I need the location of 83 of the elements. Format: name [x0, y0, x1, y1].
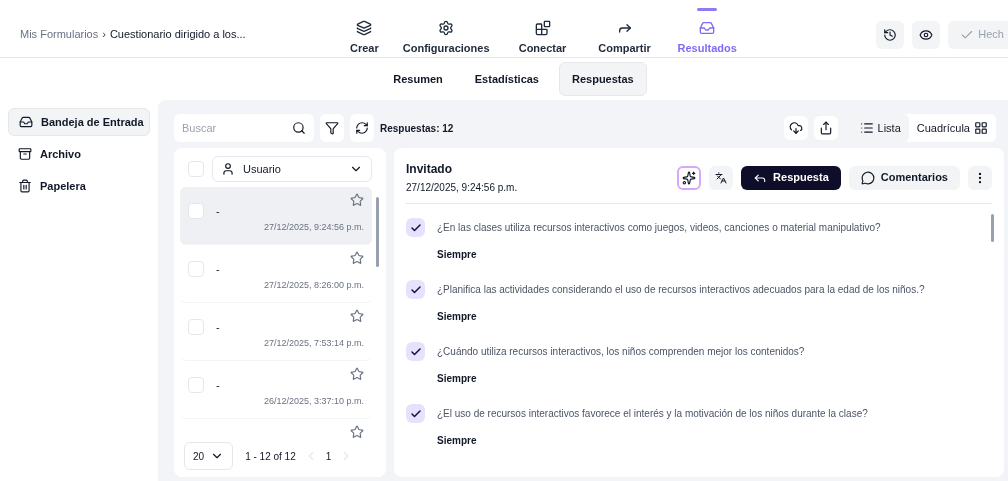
response-date: 26/12/2025, 3:37:10 p.m. — [263, 395, 364, 409]
user-filter-dropdown[interactable]: Usuario — [212, 155, 372, 182]
respondent-name: - — [216, 319, 220, 335]
row-checkbox[interactable] — [188, 376, 204, 393]
sparkles-icon — [682, 170, 697, 185]
sidebar-item[interactable]: Archivo — [8, 140, 150, 168]
filter-icon — [325, 121, 339, 135]
sidebar-icon — [19, 115, 33, 129]
star-icon[interactable] — [350, 366, 364, 381]
nav-tab[interactable]: Conectar — [501, 8, 584, 61]
row-checkbox[interactable] — [188, 202, 204, 219]
translate-button[interactable] — [709, 165, 734, 190]
star-icon[interactable] — [350, 192, 364, 207]
breadcrumb-current: Cuestionario dirigido a los... — [109, 27, 246, 43]
answer-text: Siempre — [437, 310, 478, 324]
comments-button[interactable]: Comentarios — [848, 165, 960, 190]
grid-icon — [974, 121, 988, 135]
reply-button[interactable]: Respuesta — [741, 165, 841, 190]
select-all-checkbox[interactable] — [188, 160, 204, 177]
ai-button[interactable] — [677, 165, 702, 190]
sidebar-icon — [18, 147, 32, 161]
nav-tab[interactable]: Compartir — [583, 8, 666, 61]
refresh-button[interactable] — [350, 114, 374, 142]
star-icon[interactable] — [350, 308, 364, 323]
nav-tab[interactable]: Crear — [338, 8, 391, 61]
active-indicator — [697, 8, 718, 12]
nav-icon — [699, 20, 716, 37]
speech-bubble-icon — [860, 170, 875, 185]
sub-tab[interactable]: Resumen — [381, 62, 455, 96]
scrollbar[interactable] — [991, 214, 994, 242]
response-date: 27/12/2025, 8:26:00 p.m. — [263, 279, 364, 293]
respondent-name: - — [216, 377, 220, 393]
sidebar-icon — [18, 179, 32, 193]
nav-icon — [534, 20, 551, 37]
star-icon[interactable] — [350, 424, 364, 439]
question-text: ¿Planifica las actividades considerando el uso de recursos interactivos adecuados para la edad de los niños.? — [437, 283, 925, 297]
eye-icon — [919, 27, 934, 42]
nav-icon — [356, 20, 373, 37]
answer-text: Siempre — [437, 372, 478, 386]
respondent-name: - — [216, 261, 220, 277]
share-icon — [818, 121, 833, 135]
page-size-select[interactable]: 20 — [184, 442, 234, 471]
filter-button[interactable] — [320, 114, 344, 142]
search-field[interactable]: Buscar — [174, 114, 314, 142]
page-range: 1 - 12 of 12 — [245, 449, 296, 464]
response-row[interactable]: - 27/12/2025, 9:24:56 p.m. — [180, 186, 372, 245]
row-checkbox[interactable] — [188, 318, 204, 335]
view-toggle[interactable]: Lista — [851, 114, 909, 142]
nav-tab[interactable]: Resultados — [665, 8, 749, 61]
history-icon — [883, 27, 898, 42]
preview-button[interactable] — [912, 20, 941, 49]
sub-tab[interactable]: Respuestas — [559, 61, 647, 97]
response-date: 27/12/2025, 7:53:14 p.m. — [263, 337, 364, 351]
sidebar-item[interactable]: Bandeja de Entrada — [8, 108, 150, 136]
respondent-name: - — [216, 203, 220, 219]
response-date: 27/12/2025, 9:24:56 p.m. — [263, 221, 364, 235]
nav-tab[interactable]: Configuraciones — [390, 8, 502, 61]
share-button[interactable] — [813, 116, 838, 140]
question-text: ¿En las clases utiliza recursos interactivos como juegos, videos, canciones o material manipulativo? — [437, 221, 881, 235]
star-icon[interactable] — [350, 250, 364, 265]
refresh-icon — [355, 121, 369, 135]
response-count: Respuestas: 12 — [380, 121, 454, 136]
answer-text: Siempre — [437, 434, 478, 448]
user-icon — [221, 161, 235, 176]
cloud-download-icon — [788, 121, 803, 135]
answer-text: Siempre — [437, 248, 478, 262]
download-button[interactable] — [783, 116, 808, 140]
sidebar-item[interactable]: Papelera — [8, 172, 150, 200]
sub-tab[interactable]: Estadísticas — [462, 62, 551, 96]
translate-icon — [715, 171, 728, 184]
question-text: ¿El uso de recursos interactivos favorece el interés y la motivación de los niños durante la clase? — [437, 407, 868, 421]
respondent-name: Invitado — [406, 161, 453, 178]
list-icon — [859, 121, 874, 135]
nav-icon — [438, 20, 455, 37]
question-text: ¿Cuándo utiliza recursos interactivos, los niños comprenden mejor los contenidos? — [437, 345, 805, 359]
scrollbar[interactable] — [376, 196, 379, 267]
history-button[interactable] — [876, 20, 905, 49]
response-date: 27/12/2025, 9:24:56 p.m. — [406, 181, 518, 195]
page-number[interactable]: 1 — [325, 448, 332, 464]
search-icon — [292, 121, 306, 135]
row-checkbox[interactable] — [188, 260, 204, 277]
breadcrumb-separator: › — [102, 27, 106, 43]
breadcrumb-link[interactable]: Mis Formularios — [20, 26, 99, 43]
